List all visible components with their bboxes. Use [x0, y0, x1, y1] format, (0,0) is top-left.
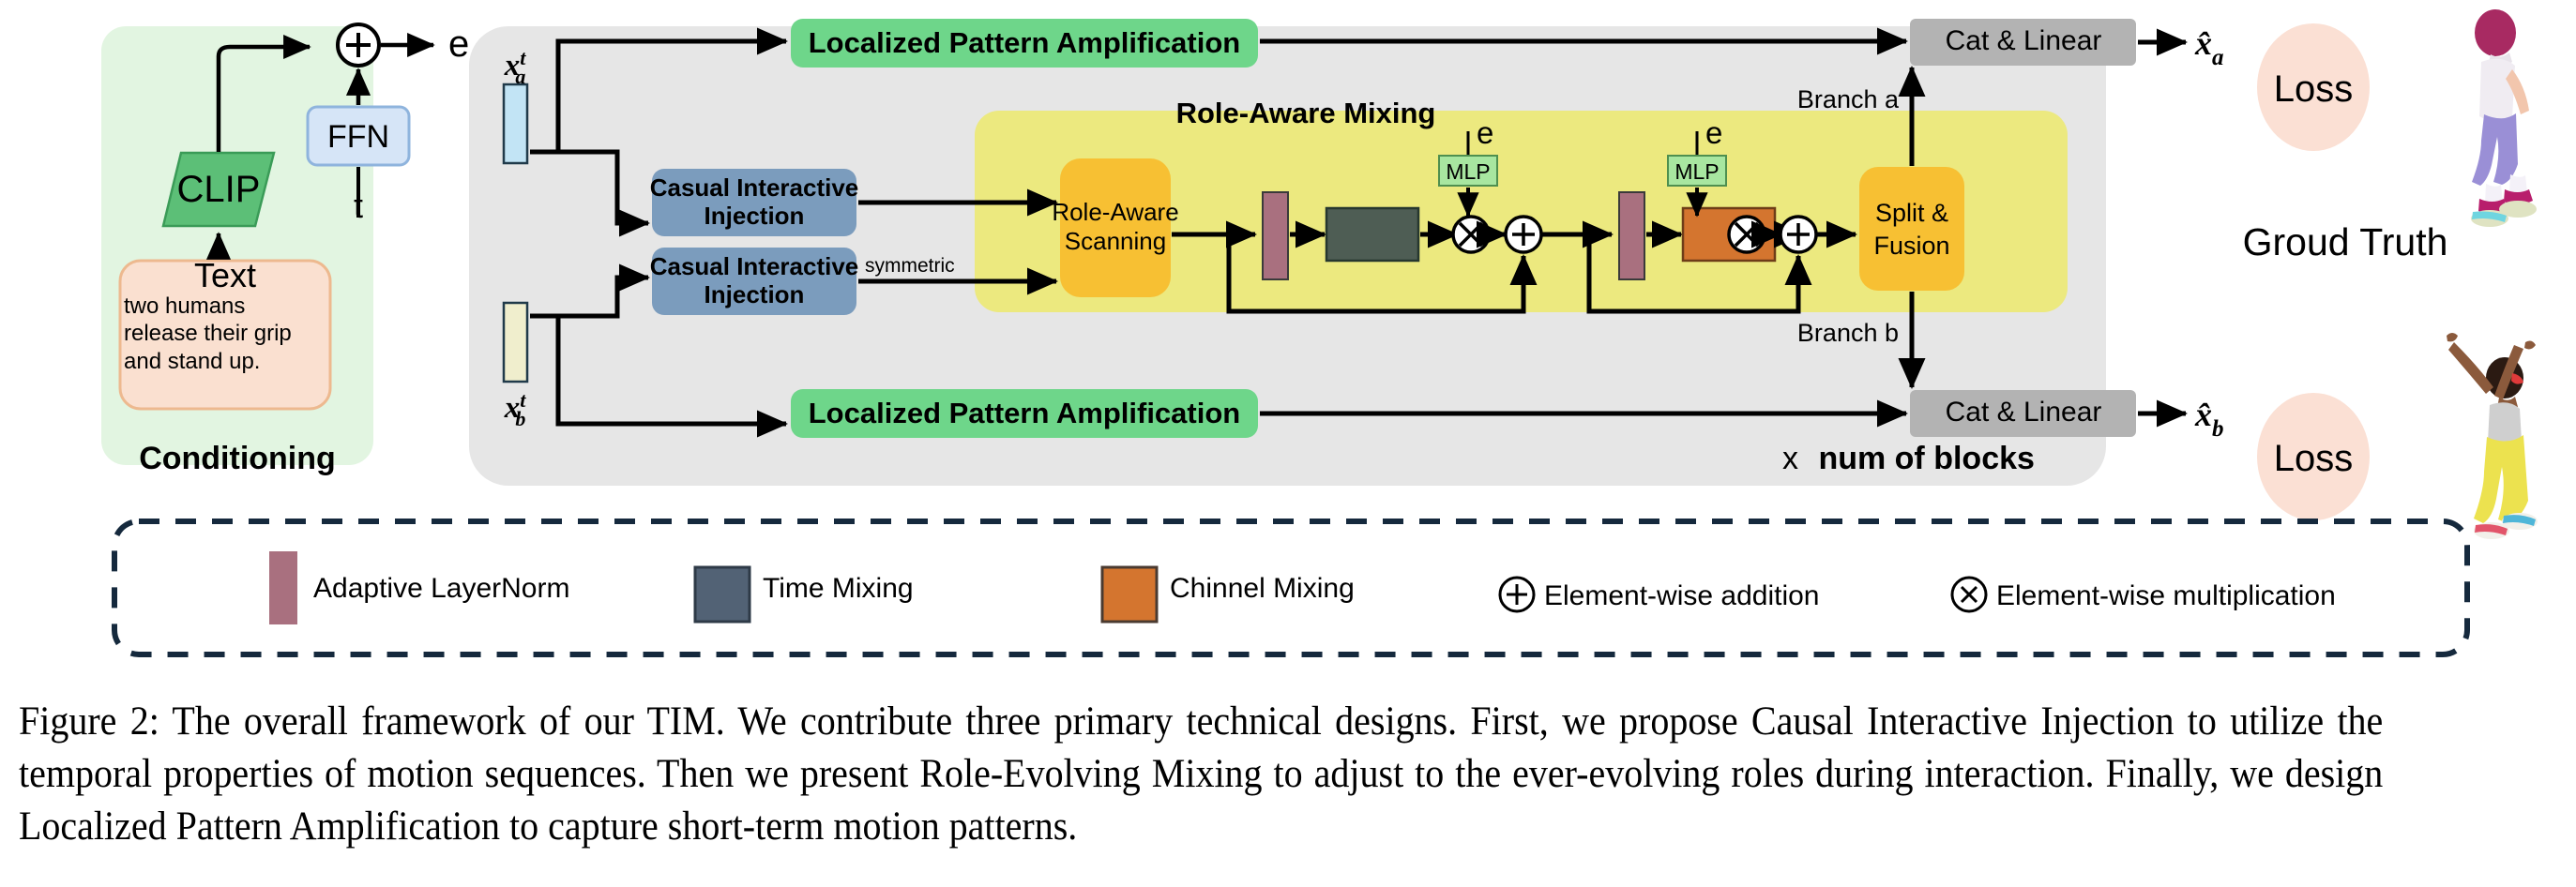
input-token-b: [502, 301, 529, 383]
output-label-b: x̂b: [2194, 396, 2224, 442]
legend-swatch-channel-mixing: [1100, 565, 1159, 624]
input-label-a: xt a: [504, 46, 527, 88]
legend-label-adaptive-layernorm: Adaptive LayerNorm: [313, 573, 569, 604]
scanning-label-line1: Role-Aware: [1052, 198, 1178, 226]
adaptive-layernorm-1: [1262, 191, 1289, 280]
conditioning-panel-label: Conditioning: [139, 441, 336, 476]
legend-icon-circle-plus: [1498, 576, 1536, 613]
embedding-output-label: e: [448, 23, 469, 65]
input-label-b: xt b: [504, 388, 527, 430]
legend-label-channel-mixing: Chinnel Mixing: [1170, 573, 1355, 604]
loss-top-label: Loss: [2274, 68, 2354, 110]
symmetric-label: symmetric: [865, 255, 955, 277]
split-fusion-line1: Split &: [1875, 199, 1948, 227]
ground-truth-label: Groud Truth: [2243, 220, 2448, 263]
clip-label: CLIP: [177, 169, 261, 210]
mlp1-embedding-label: e: [1477, 115, 1493, 150]
repeat-text: num of blocks: [1818, 441, 2034, 476]
lpa-bottom-label: Localized Pattern Amplification: [809, 397, 1240, 429]
cii-bottom-label-line1: Casual Interactive: [650, 252, 859, 280]
repeat-blocks-label: x num of blocks: [1782, 441, 2035, 476]
ground-truth-avatar-b: [2447, 333, 2538, 539]
branch-b-label: Branch b: [1797, 319, 1899, 347]
cat-linear-bottom-label: Cat & Linear: [1946, 397, 2102, 428]
legend-label-time-mixing: Time Mixing: [763, 573, 914, 604]
cii-bottom-label-line2: Injection: [705, 280, 805, 308]
cii-top-label-line1: Casual Interactive: [650, 173, 859, 202]
ground-truth-avatar-a: [2471, 9, 2537, 227]
loss-bottom-label: Loss: [2274, 438, 2354, 479]
ffn-label: FFN: [327, 119, 389, 155]
figure-root: CLIP Text two humans release their grip …: [0, 0, 2576, 887]
input-token-a: [502, 83, 529, 165]
legend-swatch-adaptive-layernorm: [269, 551, 297, 624]
cat-linear-top-label: Cat & Linear: [1946, 25, 2102, 56]
repeat-prefix: x: [1782, 441, 1798, 476]
text-box-prompt: two humans release their grip and stand …: [124, 293, 292, 374]
legend-label-element-wise-multiplication: Element-wise multiplication: [1996, 580, 2336, 611]
role-aware-mixing-title: Role-Aware Mixing: [1176, 97, 1436, 129]
legend-swatch-time-mixing: [693, 565, 751, 624]
legend-label-element-wise-addition: Element-wise addition: [1544, 580, 1819, 611]
output-label-a: x̂a: [2194, 24, 2224, 70]
scanning-label-line2: Scanning: [1065, 227, 1166, 255]
adaptive-layernorm-2: [1618, 191, 1645, 280]
mlp1-label: MLP: [1446, 159, 1490, 184]
mlp2-embedding-label: e: [1705, 115, 1722, 150]
time-mixing-block: [1325, 206, 1420, 263]
text-box-title: Text: [194, 256, 256, 294]
lpa-top-label: Localized Pattern Amplification: [809, 26, 1240, 59]
legend-icon-circle-times: [1950, 576, 1988, 613]
figure-caption: Figure 2: The overall framework of our T…: [19, 699, 2393, 849]
split-fusion-line2: Fusion: [1873, 232, 1949, 260]
branch-a-label: Branch a: [1797, 85, 1900, 113]
cii-top-label-line2: Injection: [705, 202, 805, 230]
mlp2-label: MLP: [1674, 159, 1719, 184]
split-fusion-box[interactable]: [1859, 167, 1964, 291]
timestep-label: t: [354, 187, 363, 225]
